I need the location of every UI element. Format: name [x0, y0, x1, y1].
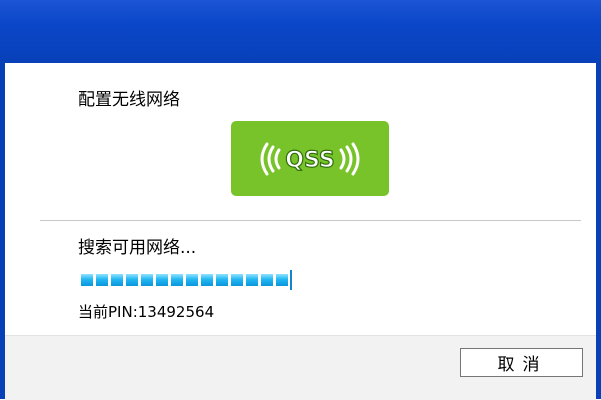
- progress-segment: [231, 274, 243, 286]
- window-frame-right: [596, 63, 601, 399]
- pin-line: 当前PIN:13492564: [78, 301, 214, 322]
- progress-segment: [246, 274, 258, 286]
- progress-segment: [186, 274, 198, 286]
- progress-segment: [96, 274, 108, 286]
- progress-segment: [276, 274, 288, 286]
- dialog-body: 配置无线网络 QSS 搜索可用网络... 当前PIN:13492564 取消: [5, 63, 596, 400]
- progress-segment: [171, 274, 183, 286]
- divider: [40, 220, 581, 221]
- progress-segment: [261, 274, 273, 286]
- status-text: 搜索可用网络...: [78, 238, 197, 258]
- pin-value: PIN:13492564: [108, 303, 215, 321]
- progress-segment: [111, 274, 123, 286]
- qss-logo-text: QSS: [285, 148, 334, 173]
- progress-segment: [81, 274, 93, 286]
- qss-logo: QSS: [231, 121, 389, 196]
- progress-segment: [141, 274, 153, 286]
- progress-edge: [290, 270, 292, 290]
- qss-wave-icon: QSS: [260, 142, 360, 175]
- dialog-heading: 配置无线网络: [78, 90, 180, 110]
- progress-segment: [156, 274, 168, 286]
- progress-segment: [126, 274, 138, 286]
- dialog-footer: 取消: [5, 335, 596, 400]
- cancel-button[interactable]: 取消: [460, 348, 583, 377]
- pin-label: 当前: [78, 303, 109, 321]
- window-titlebar[interactable]: [0, 0, 601, 63]
- progress-bar: [81, 270, 303, 290]
- progress-segment: [201, 274, 213, 286]
- progress-segment: [216, 274, 228, 286]
